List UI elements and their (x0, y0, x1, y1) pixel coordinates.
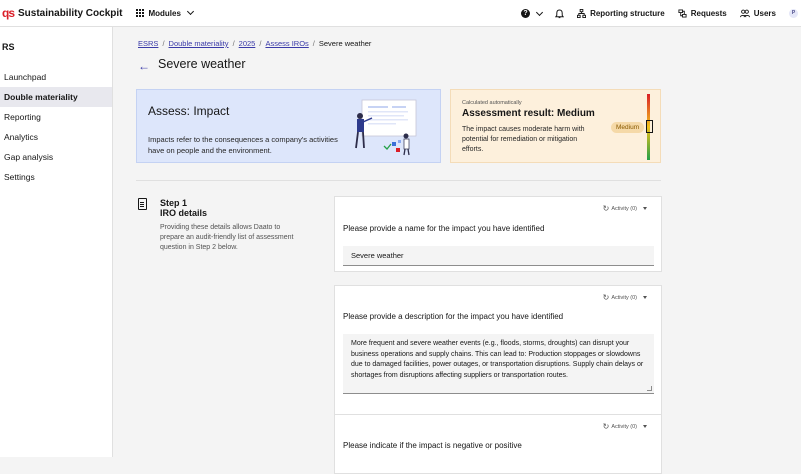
caret-down-icon (643, 425, 647, 428)
question-card-description: ↻ Activity (0) Please provide a descript… (334, 285, 662, 428)
sidebar-item-analytics[interactable]: Analytics (0, 127, 112, 147)
requests-link[interactable]: Requests (678, 9, 727, 18)
breadcrumb-separator: / (312, 39, 315, 48)
modules-menu-button[interactable]: Modules (136, 7, 194, 18)
assessment-result-text: The impact causes moderate harm with pot… (462, 126, 585, 153)
assessment-result-title: Assessment result: Medium (462, 108, 595, 119)
question-label: Please provide a description for the imp… (343, 312, 564, 321)
assessment-result-card: Calculated automatically Assessment resu… (450, 89, 661, 163)
activity-label: Activity (0) (611, 205, 637, 212)
app-logo[interactable]: qs Sustainability Cockpit (0, 0, 122, 27)
assess-card-text: Impacts refer to the consequences a comp… (148, 135, 338, 155)
sidebar-heading: RS (2, 42, 15, 52)
question-label: Please indicate if the impact is negativ… (343, 441, 522, 450)
breadcrumb-separator: / (232, 39, 235, 48)
assess-impact-card: Assess: Impact Impacts refer to the cons… (136, 89, 441, 163)
breadcrumb-link-assess-iros[interactable]: Assess IROs (265, 39, 308, 48)
question-card-polarity: ↻ Activity (0) Please indicate if the im… (334, 414, 662, 474)
activity-label: Activity (0) (611, 423, 637, 430)
presentation-illustration (355, 99, 417, 156)
calculated-label: Calculated automatically (462, 100, 522, 106)
sidebar-item-double-materiality[interactable]: Double materiality (0, 87, 112, 107)
severity-badge: Medium (611, 122, 645, 133)
sidebar-item-settings[interactable]: Settings (0, 167, 112, 187)
sidebar-item-launchpad[interactable]: Launchpad (0, 67, 112, 87)
assess-card-title: Assess: Impact (148, 104, 230, 118)
breadcrumb-separator: / (162, 39, 165, 48)
history-icon: ↻ (602, 293, 610, 302)
avatar[interactable]: P (789, 9, 798, 18)
notifications-button[interactable] (555, 8, 565, 19)
breadcrumb-link-2025[interactable]: 2025 (239, 39, 256, 48)
breadcrumb-link-esrs[interactable]: ESRS (138, 39, 158, 48)
top-bar: qs Sustainability Cockpit Modules ? Repo… (0, 0, 801, 27)
requests-icon (678, 9, 687, 18)
caret-down-icon (643, 296, 647, 299)
logo-mark: qs (2, 6, 15, 20)
sidebar: RS Launchpad Double materiality Reportin… (0, 27, 113, 457)
history-icon: ↻ (602, 422, 610, 431)
app-title: Sustainability Cockpit (18, 7, 123, 19)
help-menu-button[interactable]: ? (521, 8, 544, 18)
sidebar-item-gap-analysis[interactable]: Gap analysis (0, 147, 112, 167)
back-arrow-icon[interactable]: ← (138, 59, 150, 73)
grid-icon (136, 9, 145, 17)
step-number: Step 1 (160, 198, 188, 208)
bell-icon (555, 8, 565, 18)
question-label: Please provide a name for the impact you… (343, 224, 545, 233)
caret-down-icon (643, 207, 647, 210)
activity-button[interactable]: ↻ Activity (0) (603, 293, 647, 302)
main-content: ESRS / Double materiality / 2025 / Asses… (114, 27, 801, 474)
reporting-structure-link[interactable]: Reporting structure (577, 9, 665, 18)
sidebar-item-reporting[interactable]: Reporting (0, 107, 112, 127)
hierarchy-icon (577, 9, 587, 18)
users-label: Users (753, 9, 776, 18)
step-description: Providing these details allows Daato to … (160, 224, 294, 251)
question-card-name: ↻ Activity (0) Please provide a name for… (334, 196, 662, 272)
resize-handle[interactable] (647, 386, 652, 391)
impact-description-textarea[interactable]: More frequent and severe weather events … (343, 334, 654, 394)
breadcrumb-current: Severe weather (318, 39, 372, 48)
activity-button[interactable]: ↻ Activity (0) (603, 204, 647, 213)
step-title: IRO details (160, 208, 208, 218)
requests-label: Requests (690, 9, 727, 18)
breadcrumb-separator: / (259, 39, 262, 48)
impact-name-input[interactable]: Severe weather (343, 246, 654, 266)
help-icon: ? (521, 9, 531, 18)
divider (136, 180, 661, 181)
breadcrumb: ESRS / Double materiality / 2025 / Asses… (138, 39, 371, 48)
chevron-down-icon (536, 8, 544, 16)
page-title: Severe weather (158, 57, 246, 71)
breadcrumb-link-double-materiality[interactable]: Double materiality (169, 39, 229, 48)
reporting-structure-label: Reporting structure (590, 9, 665, 18)
users-icon (739, 9, 750, 18)
chevron-down-icon (186, 7, 194, 16)
severity-scale-marker (646, 120, 653, 133)
users-link[interactable]: Users (739, 9, 776, 18)
description-text: More frequent and severe weather events … (351, 340, 644, 379)
modules-label: Modules (148, 8, 181, 18)
history-icon: ↻ (602, 204, 610, 213)
document-icon (138, 198, 147, 210)
activity-button[interactable]: ↻ Activity (0) (603, 422, 647, 431)
activity-label: Activity (0) (611, 294, 637, 301)
